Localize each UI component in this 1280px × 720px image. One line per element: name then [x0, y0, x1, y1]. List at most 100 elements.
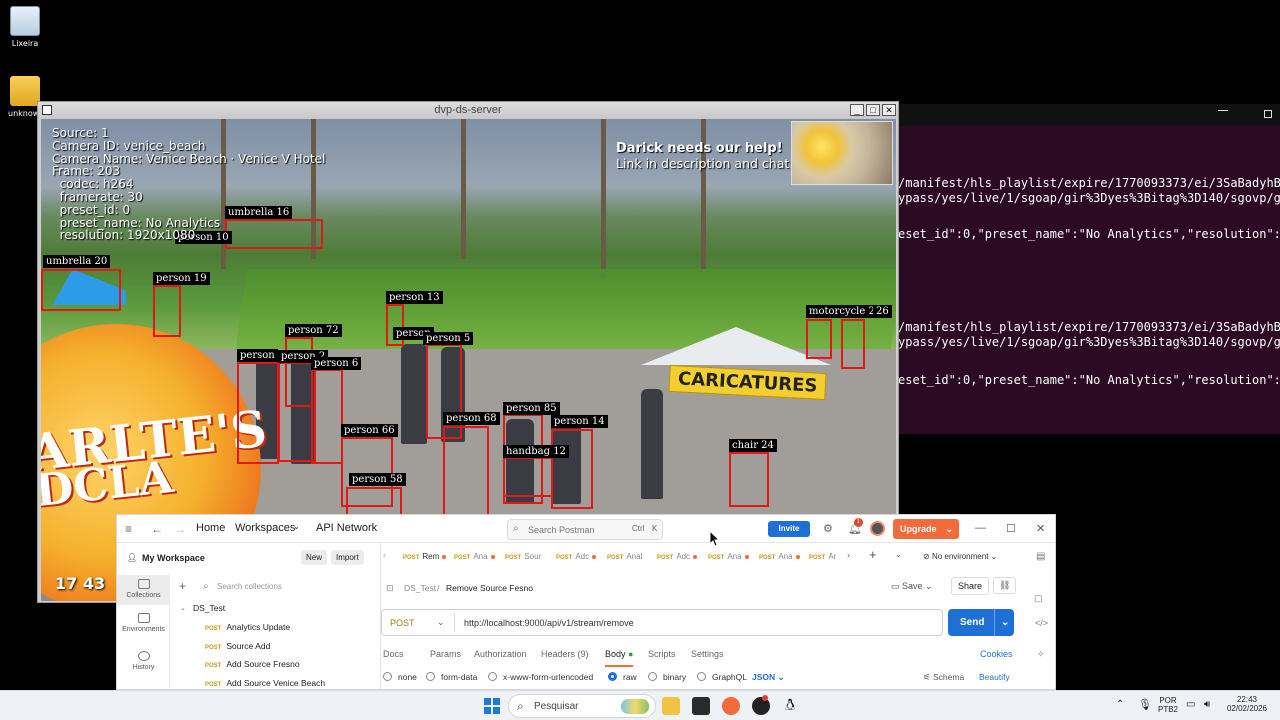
- magic-icon[interactable]: ✧: [1037, 649, 1045, 660]
- tabs-scroll-right-icon[interactable]: ›: [847, 550, 850, 560]
- file-explorer-icon[interactable]: [662, 697, 680, 715]
- collection-request[interactable]: POST Analytics Update: [205, 622, 290, 632]
- request-tab[interactable]: POST Ana: [454, 552, 495, 561]
- request-tab[interactable]: POST Anal: [607, 552, 642, 561]
- terminal-app-icon[interactable]: [692, 697, 710, 715]
- menu-icon[interactable]: ≡: [125, 522, 132, 536]
- speaker-icon[interactable]: 🔊︎: [1204, 699, 1210, 710]
- collection-name[interactable]: DS_Test: [193, 603, 225, 613]
- network-icon[interactable]: ▭: [1186, 699, 1195, 710]
- detection-box: [551, 429, 593, 509]
- collection-request[interactable]: POST Add Source Venice Beach: [205, 678, 325, 688]
- url-bar[interactable]: POST ⌄ http://localhost:9000/api/v1/stre…: [381, 609, 943, 636]
- postman-app-icon[interactable]: [722, 697, 740, 715]
- request-tab[interactable]: POST Sour: [505, 552, 541, 561]
- environment-selector[interactable]: ⊘ No environment ⌄: [923, 552, 997, 561]
- collection-request[interactable]: POST Source Add: [205, 641, 270, 651]
- minimize-icon[interactable]: [1218, 110, 1228, 111]
- terminal-window[interactable]: /manifest/hls_playlist/expire/1770093373…: [896, 104, 1280, 434]
- avatar[interactable]: [870, 521, 885, 536]
- subtab-authorization[interactable]: Authorization: [474, 649, 527, 659]
- window-maximize-icon[interactable]: ☐: [1006, 522, 1016, 535]
- save-icon: ▭: [891, 581, 903, 591]
- collection-request[interactable]: POST Add Source Fresno: [205, 659, 300, 669]
- subtab-docs[interactable]: Docs: [383, 649, 404, 659]
- method-badge: POST: [403, 555, 420, 561]
- body-format-select[interactable]: JSON ⌄: [752, 672, 785, 683]
- terminal-titlebar[interactable]: [896, 104, 1280, 126]
- request-tab[interactable]: POST Ar: [809, 552, 836, 561]
- subtab-settings[interactable]: Settings: [691, 649, 724, 659]
- comments-icon[interactable]: ▢: [1034, 593, 1043, 604]
- window-menu-icon[interactable]: [42, 105, 52, 115]
- request-title[interactable]: Remove Source Fesno: [446, 583, 533, 593]
- maximize-icon[interactable]: [1264, 110, 1272, 118]
- chevron-down-icon[interactable]: ⌄: [994, 609, 1009, 636]
- window-close-icon[interactable]: ✕: [1036, 522, 1045, 535]
- body-type-graphql[interactable]: GraphQL: [697, 672, 747, 682]
- add-collection-icon[interactable]: +: [179, 579, 186, 593]
- subtab-headers[interactable]: Headers (9): [541, 649, 589, 659]
- body-type-form-data[interactable]: form-data: [426, 672, 477, 682]
- global-search[interactable]: ⌕ Search Postman Ctrl K: [507, 519, 663, 540]
- back-arrow-icon[interactable]: ←: [151, 522, 163, 536]
- close-button[interactable]: ✕: [882, 104, 896, 116]
- send-button[interactable]: Send ⌄: [948, 609, 1014, 636]
- collection-search-input[interactable]: Search collections: [217, 582, 282, 591]
- overlay-line: Camera ID: venice_beach: [52, 138, 206, 153]
- start-button[interactable]: [484, 698, 500, 714]
- beautify-button[interactable]: Beautify: [979, 672, 1010, 682]
- body-type-binary[interactable]: binary: [648, 672, 686, 682]
- workspace-name[interactable]: My Workspace: [142, 553, 205, 563]
- code-icon[interactable]: </>: [1035, 618, 1048, 628]
- import-button[interactable]: Import: [331, 550, 364, 565]
- clock[interactable]: 22:43 02/02/2026: [1222, 695, 1272, 713]
- save-button[interactable]: ▭ Save ⌄: [891, 581, 933, 592]
- language-indicator[interactable]: POR PTB2: [1156, 696, 1180, 714]
- tabs-scroll-left-icon[interactable]: ‹: [383, 550, 386, 560]
- request-tab[interactable]: POST Ana: [708, 552, 749, 561]
- postman-window[interactable]: ≡ ← → Home Workspaces ⌄ API Network ⌕ Se…: [116, 514, 1056, 690]
- method-badge: POST: [205, 645, 222, 651]
- request-tab[interactable]: POST Ana: [759, 552, 800, 561]
- body-type-none[interactable]: none: [383, 672, 417, 682]
- subtab-body[interactable]: Body ●: [605, 649, 634, 667]
- nav-workspaces[interactable]: Workspaces: [235, 522, 295, 534]
- request-tab[interactable]: POST Adc: [556, 552, 597, 561]
- url-input[interactable]: http://localhost:9000/api/v1/stream/remo…: [464, 618, 634, 628]
- chevron-down-icon[interactable]: ⌄: [180, 604, 186, 612]
- chevron-down-icon[interactable]: ⌄: [895, 550, 902, 559]
- nav-home[interactable]: Home: [196, 522, 225, 534]
- new-button[interactable]: New: [301, 550, 328, 565]
- cookies-link[interactable]: Cookies: [980, 649, 1013, 659]
- request-tab[interactable]: POST Rem: [403, 552, 447, 561]
- desktop-icon-recycle-bin[interactable]: Lixeira: [8, 6, 42, 48]
- body-type-raw[interactable]: raw: [608, 672, 637, 682]
- schema-button[interactable]: ⚟ Schema: [923, 672, 964, 683]
- right-panel-icon[interactable]: ▤: [1036, 551, 1045, 562]
- video-window-titlebar[interactable]: dvp-ds-server _ □ ✕: [38, 102, 898, 119]
- share-button[interactable]: Share: [951, 577, 990, 595]
- breadcrumb-parent[interactable]: DS_Test: [404, 583, 436, 593]
- microphone-icon[interactable]: 🎙︎: [1138, 698, 1152, 711]
- linux-penguin-icon[interactable]: 🐧︎: [781, 697, 799, 715]
- nav-api-network[interactable]: API Network: [316, 522, 377, 534]
- minimize-button[interactable]: _: [850, 104, 864, 116]
- settings-gear-icon[interactable]: ⚙: [823, 522, 833, 535]
- chevron-up-icon[interactable]: ⌃: [1116, 699, 1124, 710]
- method-select[interactable]: POST: [390, 618, 415, 628]
- new-tab-icon[interactable]: +: [869, 547, 877, 562]
- request-tab[interactable]: POST Adc: [657, 552, 698, 561]
- window-minimize-icon[interactable]: —: [975, 522, 986, 534]
- rail-collections[interactable]: Collections: [117, 575, 170, 605]
- maximize-button[interactable]: □: [866, 104, 880, 116]
- link-icon[interactable]: ⛓: [993, 577, 1017, 594]
- subtab-params[interactable]: Params: [430, 649, 461, 659]
- rail-history[interactable]: History: [117, 651, 170, 671]
- subtab-scripts[interactable]: Scripts: [648, 649, 676, 659]
- taskbar-search[interactable]: ⌕ Pesquisar: [508, 694, 656, 718]
- body-type-urlencoded[interactable]: x-www-form-urlencoded: [488, 672, 593, 682]
- invite-button[interactable]: Invite: [768, 521, 810, 537]
- rail-environments[interactable]: Environments: [117, 613, 170, 633]
- upgrade-button[interactable]: Upgrade ⌄: [893, 519, 959, 539]
